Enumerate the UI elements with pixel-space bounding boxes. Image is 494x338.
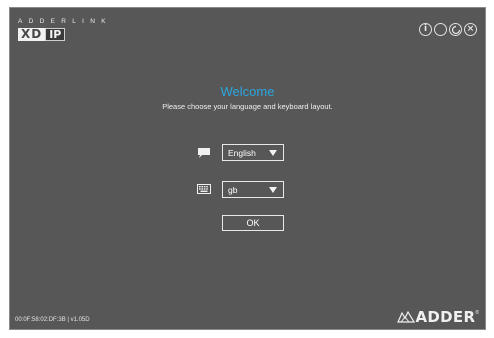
registered-mark: ® — [475, 310, 479, 316]
chevron-down-icon — [269, 186, 277, 193]
ok-button[interactable]: OK — [222, 215, 284, 231]
adder-logo-text: ADDER — [415, 308, 476, 326]
language-selected-value: English — [228, 147, 256, 158]
brand-adderlink-text: ADDERLINK — [18, 18, 112, 25]
keyboard-layout-select[interactable]: gb — [222, 181, 284, 198]
brand-xdip-mark: XD IP — [18, 28, 112, 41]
welcome-subtitle: Please choose your language and keyboard… — [162, 102, 333, 111]
chevron-down-icon — [269, 149, 277, 156]
speech-bubble-icon — [198, 148, 210, 158]
keyboard-icon — [197, 184, 211, 194]
circle-icon[interactable] — [434, 23, 447, 36]
language-select[interactable]: English — [222, 144, 284, 161]
adder-logo: ADDER ® — [396, 308, 479, 326]
window-controls: i × — [419, 23, 477, 36]
device-info: 00:0F:58:02:DF:3B | v1.05D — [15, 317, 90, 323]
brand-ip-text: IP — [45, 28, 66, 41]
close-icon[interactable]: × — [464, 23, 477, 36]
welcome-title: Welcome — [220, 84, 275, 99]
adder-logo-icon — [396, 311, 415, 323]
brand-xd-text: XD — [18, 28, 46, 41]
adderlink-xdip-logo: ADDERLINK XD IP — [18, 18, 112, 41]
adderlink-window: ADDERLINK XD IP i × Welcome Please choos… — [9, 7, 486, 330]
info-icon[interactable]: i — [419, 23, 432, 36]
keyboard-selected-value: gb — [228, 184, 238, 195]
refresh-icon[interactable] — [449, 23, 462, 36]
